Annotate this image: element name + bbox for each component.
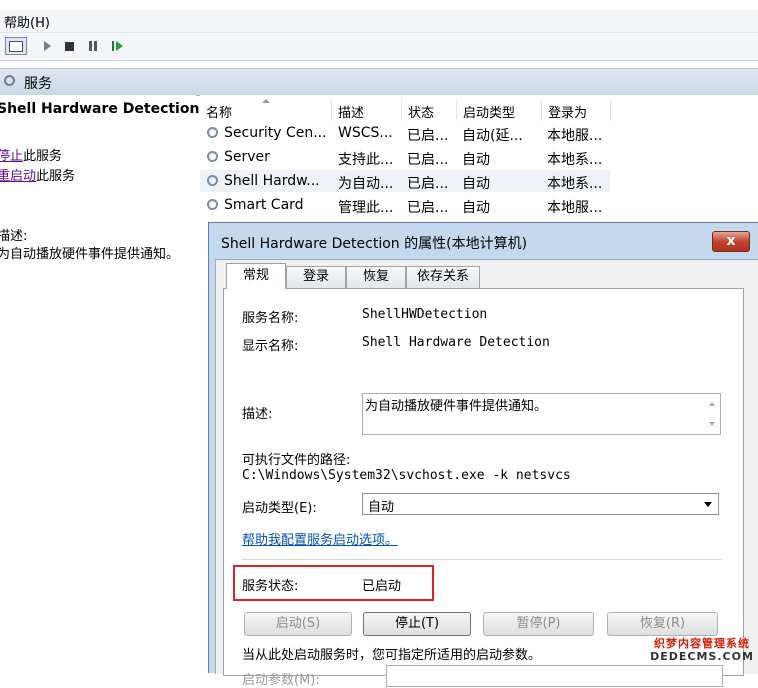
description-label: 描述: <box>0 229 28 244</box>
list-item[interactable]: Smart Card 管理此... 已启... 自动 本地服... <box>200 194 610 216</box>
column-header-logon[interactable]: 登录为 <box>542 99 611 121</box>
executable-path-value: C:\Windows\System32\svchost.exe -k netsv… <box>242 468 571 483</box>
stop-button[interactable]: 停止(T) <box>363 612 471 636</box>
stop-icon[interactable] <box>64 38 74 54</box>
restart-service-link-line: 重启动此服务 <box>0 165 75 184</box>
column-header-startup-type[interactable]: 启动类型 <box>457 99 542 121</box>
close-button[interactable]: x <box>712 231 750 252</box>
description-field[interactable]: 为自动播放硬件事件提供通知。 <box>362 393 721 435</box>
dialog-body: 常规 登录 恢复 依存关系 服务名称: ShellHWDetection 显示名… <box>215 259 758 688</box>
description-field-label: 描述: <box>242 407 273 422</box>
scroll-down-icon[interactable] <box>709 422 715 426</box>
watermark-line1: 织梦内容管理系统 <box>654 637 750 650</box>
menu-bar: 帮助(H) <box>0 10 758 33</box>
service-detail-panel: Shell Hardware Detection 停止此服务 重启动此服务 描述… <box>0 95 200 673</box>
description-text: 为自动播放硬件事件提供通知。 <box>0 247 180 262</box>
sort-ascending-icon <box>262 99 270 103</box>
display-name-label: 显示名称: <box>242 339 299 354</box>
tab-recovery[interactable]: 恢复 <box>346 266 406 288</box>
restart-service-suffix: 此服务 <box>36 169 76 184</box>
column-header-description[interactable]: 描述 <box>332 99 402 121</box>
play-icon[interactable] <box>42 38 52 54</box>
column-header-name[interactable]: 名称 <box>200 99 332 121</box>
description-value: 为自动播放硬件事件提供通知。 <box>365 399 548 414</box>
scroll-up-icon[interactable] <box>709 402 715 406</box>
general-tab-page: 服务名称: ShellHWDetection 显示名称: Shell Hardw… <box>223 288 744 688</box>
dialog-title: Shell Hardware Detection 的属性(本地计算机) <box>221 236 528 252</box>
console-icon[interactable] <box>5 37 27 55</box>
start-button[interactable]: 启动(S) <box>244 612 352 636</box>
service-name-label: 服务名称: <box>242 311 299 326</box>
display-name-field[interactable]: Shell Hardware Detection <box>362 335 550 350</box>
services-list: 名称 描述 状态 启动类型 登录为 Security Cen... WSCS..… <box>200 95 758 225</box>
chevron-down-icon <box>704 502 712 507</box>
service-status-label: 服务状态: <box>242 579 299 594</box>
pause-button[interactable]: 暂停(P) <box>483 612 594 636</box>
service-title: Shell Hardware Detection <box>0 101 200 117</box>
stop-service-link[interactable]: 停止 <box>0 149 23 164</box>
executable-path-label: 可执行文件的路径: <box>242 453 351 468</box>
startup-type-select[interactable]: 自动 <box>362 493 719 515</box>
toolbar <box>0 33 758 61</box>
start-params-input[interactable] <box>386 665 723 687</box>
tab-dependencies[interactable]: 依存关系 <box>406 266 480 288</box>
column-header-status[interactable]: 状态 <box>402 99 457 121</box>
restart-service-link[interactable]: 重启动 <box>0 169 36 184</box>
service-name-value: ShellHWDetection <box>362 307 488 322</box>
watermark: 织梦内容管理系统 DEDECMS.COM <box>646 637 758 663</box>
service-gear-icon <box>207 127 218 138</box>
restart-icon[interactable] <box>110 38 124 54</box>
stop-service-link-line: 停止此服务 <box>0 145 62 164</box>
startup-type-value: 自动 <box>368 500 395 515</box>
description-scrollbar[interactable] <box>704 394 720 434</box>
resume-button[interactable]: 恢复(R) <box>607 612 718 636</box>
startup-type-label: 启动类型(E): <box>242 501 317 516</box>
start-params-hint: 当从此处启动服务时，您可指定所适用的启动参数。 <box>242 648 542 663</box>
menu-help[interactable]: 帮助(H) <box>4 12 50 31</box>
service-status-value: 已启动 <box>362 579 402 594</box>
divider <box>242 559 722 560</box>
tab-logon[interactable]: 登录 <box>286 266 346 288</box>
list-item-selected[interactable]: Shell Hardw... 为自动... 已启... 自动 本地系... <box>200 170 610 192</box>
stop-service-suffix: 此服务 <box>23 149 63 164</box>
close-icon: x <box>726 233 736 249</box>
gear-icon <box>4 75 15 86</box>
watermark-line2: DEDECMS.COM <box>650 650 754 663</box>
start-params-label: 启动参数(M): <box>242 673 320 688</box>
properties-dialog: Shell Hardware Detection 的属性(本地计算机) x 常规… <box>208 222 758 688</box>
services-header: 服务 <box>0 68 758 96</box>
list-item[interactable]: Server 支持此... 已启... 自动 本地系... <box>200 146 610 168</box>
help-configure-link[interactable]: 帮助我配置服务启动选项。 <box>242 529 398 548</box>
list-item[interactable]: Security Cen... WSCS... 已启... 自动(延... 本地… <box>200 122 610 144</box>
service-gear-icon <box>207 151 218 162</box>
services-title: 服务 <box>24 76 52 92</box>
service-gear-icon <box>207 199 218 210</box>
service-gear-icon <box>207 175 218 186</box>
pause-icon[interactable] <box>87 38 99 54</box>
tab-general[interactable]: 常规 <box>226 263 286 289</box>
